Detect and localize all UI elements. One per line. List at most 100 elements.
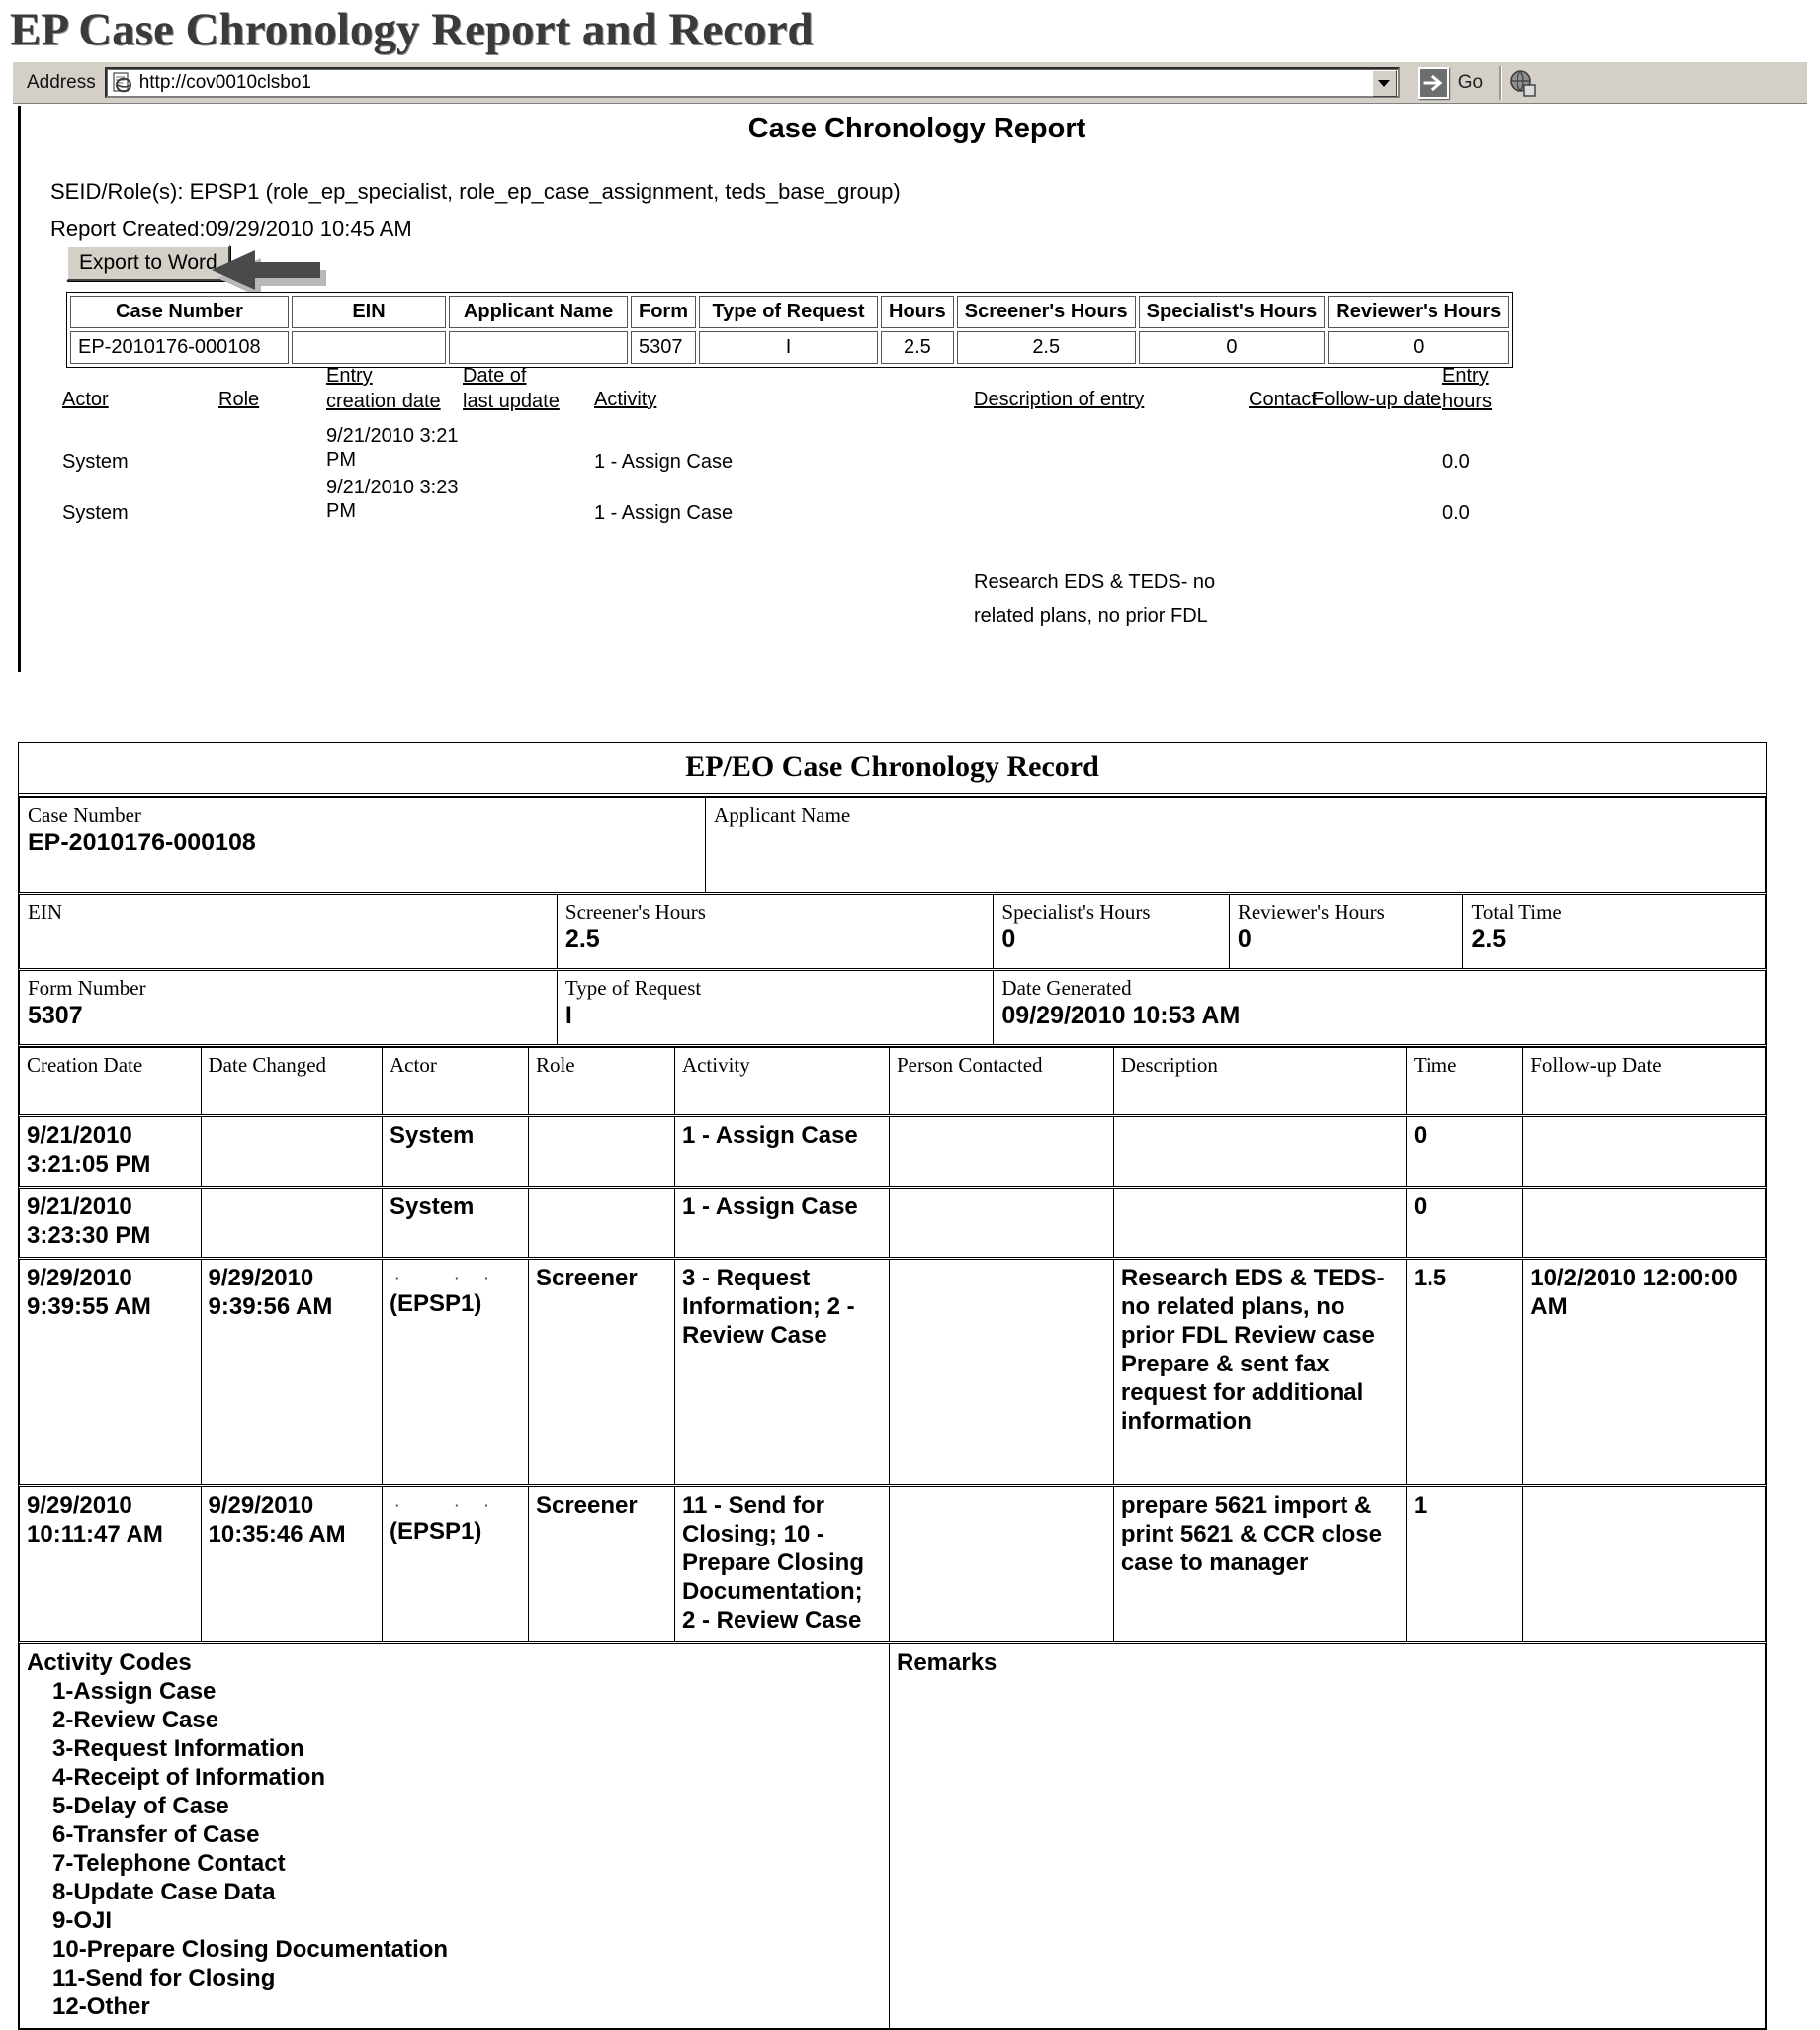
cell-date-changed: 9/29/2010 10:35:46 AM	[200, 1485, 383, 1644]
chevron-down-icon	[1378, 80, 1391, 87]
cell-activity: 11 - Send for Closing; 10 - Prepare Clos…	[673, 1485, 890, 1644]
col-time: Time	[1405, 1047, 1524, 1117]
field-type-of-request: Type of Request I	[556, 969, 995, 1047]
toolbar-divider	[1499, 65, 1503, 100]
record-field-row-hours: EIN Screener's Hours 2.5 Specialist's Ho…	[19, 893, 1766, 971]
cell-type-of-request: I	[699, 331, 878, 364]
seid-roles-line: SEID/Role(s): EPSP1 (role_ep_specialist,…	[50, 179, 901, 204]
activity-codes-legend: Activity Codes 1-Assign Case 2-Review Ca…	[19, 1642, 890, 2029]
col-activity: Activity	[673, 1047, 890, 1117]
cell-role: Screener	[527, 1258, 675, 1487]
flow-col-date-of-last-update: Date of last update	[463, 365, 560, 412]
field-label: Total Time	[1471, 900, 1562, 924]
flow-col-actor: Actor	[62, 389, 109, 410]
table-header-row: Case Number EIN Applicant Name Form Type…	[70, 296, 1510, 328]
field-label: Specialist's Hours	[1001, 900, 1151, 924]
flow-cell-actor: System	[62, 502, 129, 524]
go-button[interactable]: Go	[1412, 65, 1489, 101]
redacted-actor-name: · ··	[395, 1271, 515, 1285]
list-item: 8-Update Case Data	[52, 1879, 276, 1905]
flow-col-description: Description of entry	[974, 389, 1145, 410]
cell-ein	[292, 331, 446, 364]
case-chronology-report-panel: Case Chronology Report SEID/Role(s): EPS…	[18, 106, 1813, 672]
go-label: Go	[1457, 71, 1484, 93]
footer-row: Activity Codes 1-Assign Case 2-Review Ca…	[19, 1642, 1767, 2029]
remarks-cell: Remarks	[888, 1642, 1767, 2029]
links-globe-icon[interactable]	[1508, 68, 1537, 98]
list-item: 9-OJI	[52, 1907, 113, 1934]
address-input[interactable]: http://cov0010clsbo1	[104, 67, 1400, 98]
field-label: Case Number	[28, 803, 141, 827]
field-label: Form Number	[28, 976, 146, 1000]
cell-form: 5307	[631, 331, 696, 364]
list-item: 11-Send for Closing	[52, 1965, 276, 1991]
flow-cell-actor: System	[62, 451, 129, 473]
flow-cell-activity: 1 - Assign Case	[594, 502, 734, 524]
flow-col-follow-up-date: Follow-up date	[1312, 389, 1442, 410]
cell-time: 0	[1405, 1115, 1524, 1189]
cell-date-changed	[200, 1115, 383, 1189]
col-description: Description	[1112, 1047, 1407, 1117]
field-label: Reviewer's Hours	[1237, 900, 1385, 924]
cell-date-changed	[200, 1187, 383, 1260]
col-screeners-hours: Screener's Hours	[956, 296, 1136, 328]
cell-reviewers-hours: 0	[1328, 331, 1510, 364]
address-dropdown-button[interactable]	[1371, 70, 1397, 97]
cell-time: 1.5	[1405, 1258, 1524, 1487]
col-hours: Hours	[881, 296, 954, 328]
detail-header-row: Creation Date Date Changed Actor Role Ac…	[19, 1047, 1766, 1117]
cell-date-changed: 9/29/2010 9:39:56 AM	[200, 1258, 383, 1487]
actor-alias: (EPSP1)	[390, 1518, 482, 1545]
field-value: 09/29/2010 10:53 AM	[1001, 1002, 1241, 1029]
flow-cell-activity: 1 - Assign Case	[594, 451, 734, 473]
cell-role	[527, 1115, 675, 1189]
flow-cell-entry-hours: 0.0	[1442, 502, 1470, 524]
list-item: 3-Request Information	[52, 1735, 304, 1762]
table-row: 9/21/2010 3:23:30 PM System 1 - Assign C…	[19, 1187, 1766, 1260]
cell-description	[1112, 1115, 1407, 1189]
flow-header-row: Actor Role Entry creation date Date of l…	[62, 363, 1802, 424]
field-value: 0	[1001, 926, 1016, 953]
cell-time: 0	[1405, 1187, 1524, 1260]
col-case-number: Case Number	[70, 296, 289, 328]
record-field-row-form: Form Number 5307 Type of Request I Date …	[19, 969, 1766, 1047]
flow-row: System 9/21/2010 3:21 PM 1 - Assign Case…	[62, 424, 1802, 476]
field-value: EP-2010176-000108	[28, 829, 256, 856]
col-date-changed: Date Changed	[200, 1047, 383, 1117]
field-case-number: Case Number EP-2010176-000108	[18, 797, 707, 895]
table-row: 9/29/2010 9:39:55 AM 9/29/2010 9:39:56 A…	[19, 1258, 1766, 1487]
case-chronology-record-sheet: EP/EO Case Chronology Record Case Number…	[18, 742, 1767, 2030]
remarks-label: Remarks	[896, 1649, 997, 1676]
field-value: 2.5	[564, 926, 600, 953]
table-row: 9/29/2010 10:11:47 AM 9/29/2010 10:35:46…	[19, 1485, 1766, 1644]
flow-col-activity: Activity	[594, 389, 657, 410]
cell-activity: 1 - Assign Case	[673, 1115, 890, 1189]
field-value: 0	[1237, 926, 1252, 953]
table-row: 9/21/2010 3:21:05 PM System 1 - Assign C…	[19, 1115, 1766, 1189]
activity-codes-list: 1-Assign Case 2-Review Case 3-Request In…	[27, 1677, 882, 2021]
actor-alias: (EPSP1)	[390, 1290, 482, 1317]
record-title: EP/EO Case Chronology Record	[19, 743, 1766, 797]
field-specialists-hours: Specialist's Hours 0	[993, 893, 1230, 971]
col-specialists-hours: Specialist's Hours	[1138, 296, 1326, 328]
field-label: EIN	[28, 900, 62, 924]
flow-description-note: Research EDS & TEDS- no related plans, n…	[974, 572, 1216, 627]
cell-specialists-hours: 0	[1138, 331, 1326, 364]
field-reviewers-hours: Reviewer's Hours 0	[1228, 893, 1464, 971]
arrow-right-icon	[1417, 66, 1449, 99]
field-value: 5307	[28, 1002, 83, 1029]
field-label: Applicant Name	[714, 803, 851, 827]
field-label: Screener's Hours	[564, 900, 706, 924]
activity-codes-label: Activity Codes	[27, 1649, 192, 1676]
field-value: I	[564, 1002, 572, 1029]
cell-actor: · ·· (EPSP1)	[382, 1485, 529, 1644]
table-row: EP-2010176-000108 5307 I 2.5 2.5 0 0	[70, 331, 1510, 364]
cell-person-contacted	[888, 1115, 1114, 1189]
list-item: 5-Delay of Case	[52, 1793, 229, 1819]
record-header-fields: Case Number EP-2010176-000108 Applicant …	[18, 797, 1766, 1047]
col-ein: EIN	[292, 296, 446, 328]
field-value: 2.5	[1471, 926, 1507, 953]
list-item: 1-Assign Case	[52, 1678, 217, 1705]
flow-col-role: Role	[218, 389, 260, 410]
col-creation-date: Creation Date	[19, 1047, 202, 1117]
